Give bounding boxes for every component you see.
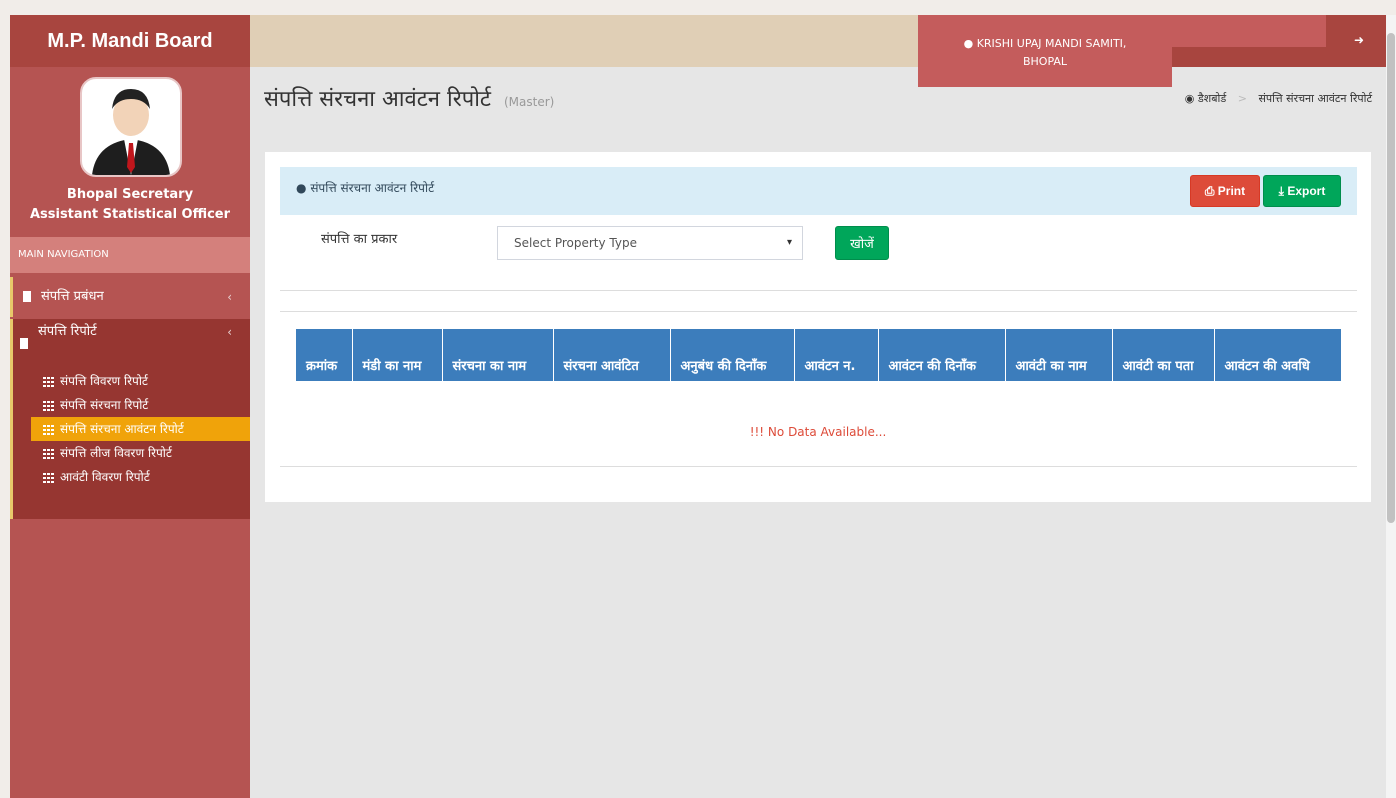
report-table: क्रमांक मंडी का नाम संरचना का नाम संरचना… [296,329,1341,381]
sidebar-subitem-structure-allotment-report[interactable]: संपत्ति संरचना आवंटन रिपोर्ट [31,417,250,441]
breadcrumb-current: संपत्ति संरचना आवंटन रिपोर्ट [1258,92,1373,105]
breadcrumb: ◉ डैशबोर्ड > संपत्ति संरचना आवंटन रिपोर्… [1185,91,1372,106]
divider [280,311,1357,312]
dashboard-icon: ◉ [1184,92,1195,105]
column-header-allottee-name[interactable]: आवंटी का नाम [1005,329,1113,381]
property-type-select-value: Select Property Type [514,236,637,250]
page-scrollbar[interactable] [1386,15,1396,798]
panel-title-text: संपत्ति संरचना आवंटन रिपोर्ट [310,181,435,195]
sidebar-subitem-label: संपत्ति संरचना आवंटन रिपोर्ट [60,422,184,436]
column-header-mandi-name[interactable]: मंडी का नाम [352,329,443,381]
sidebar-item-property-report[interactable]: संपत्ति रिपोर्ट ‹ [13,319,250,369]
chevron-down-icon: ▾ [786,237,792,248]
sidebar-group-property-report: संपत्ति रिपोर्ट ‹ संपत्ति विवरण रिपोर्ट … [10,319,250,519]
user-icon: ● [296,181,307,195]
mandi-name-badge[interactable]: ● KRISHI UPAJ MANDI SAMITI, BHOPAL [918,15,1172,87]
breadcrumb-dashboard-link[interactable]: डैशबोर्ड [1198,92,1226,105]
page-title: संपत्ति संरचना आवंटन रिपोर्ट (Master) [264,83,554,113]
breadcrumb-separator: > [1237,92,1247,105]
column-header-allotment-no[interactable]: आवंटन न. [794,329,879,381]
sidebar-subitem-lease-details-report[interactable]: संपत्ति लीज विवरण रिपोर्ट [13,441,250,465]
print-label: Print [1217,183,1246,198]
divider [280,290,1357,291]
nav-header: MAIN NAVIGATION [10,237,250,273]
user-name: Bhopal Secretary [66,187,194,202]
column-header-allotment-date[interactable]: आवंटन की दिनाँक [878,329,1006,381]
table-icon [43,424,54,435]
print-button[interactable]: ⎙ Print [1190,175,1260,207]
column-header-structure-name[interactable]: संरचना का नाम [442,329,554,381]
export-button[interactable]: ⤓ Export [1263,175,1341,207]
column-header-structure-allotted[interactable]: संरचना आवंटित [553,329,671,381]
sidebar-item-property-management[interactable]: संपत्ति प्रबंधन ‹ [10,277,250,317]
header-right-accent [1172,15,1326,47]
table-icon [43,472,54,483]
export-label: Export [1287,183,1326,198]
property-type-select[interactable]: Select Property Type ▾ [497,226,803,260]
sidebar-item-label: संपत्ति प्रबंधन [41,289,104,304]
column-header-allottee-address[interactable]: आवंटी का पता [1112,329,1215,381]
column-header-allotment-period[interactable]: आवंटन की अवधि [1214,329,1341,381]
mandi-name-line1: KRISHI UPAJ MANDI SAMITI, [976,37,1127,50]
app-logo-title[interactable]: M.P. Mandi Board [10,15,250,67]
app-window: M.P. Mandi Board ● KRISHI UPAJ MANDI SAM… [10,15,1386,798]
column-header-serial[interactable]: क्रमांक [296,329,353,381]
sidebar-item-label: संपत्ति रिपोर्ट [38,324,97,339]
panel-title: ● संपत्ति संरचना आवंटन रिपोर्ट [296,179,434,196]
sidebar-subitem-property-details-report[interactable]: संपत्ति विवरण रिपोर्ट [13,369,250,393]
panel-header: ● संपत्ति संरचना आवंटन रिपोर्ट ⎙ Print ⤓… [280,167,1357,215]
sidebar: Bhopal Secretary Assistant Statistical O… [10,67,250,798]
divider [280,466,1357,467]
user-role: Assistant Statistical Officer [29,207,231,222]
download-icon: ⤓ [1278,183,1284,198]
sidebar-subitem-label: संपत्ति विवरण रिपोर्ट [60,374,148,388]
user-info: Bhopal Secretary Assistant Statistical O… [10,185,250,225]
sidebar-subitem-label: संपत्ति लीज विवरण रिपोर्ट [60,446,172,460]
table-icon [43,376,54,387]
page-subtitle: (Master) [504,95,555,109]
avatar [80,77,182,177]
chevron-left-icon: ‹ [227,325,232,339]
logout-icon[interactable]: ➜ [1354,33,1364,47]
print-icon: ⎙ [1204,183,1215,198]
property-type-label: संपत्ति का प्रकार [321,232,398,247]
report-box: ● संपत्ति संरचना आवंटन रिपोर्ट ⎙ Print ⤓… [265,152,1371,502]
sidebar-subitem-allottee-details-report[interactable]: आवंटी विवरण रिपोर्ट [13,465,250,489]
sidebar-subitem-label: संपत्ति संरचना रिपोर्ट [60,398,149,412]
book-icon [20,338,28,349]
column-header-agreement-date[interactable]: अनुबंध की दिनाँक [670,329,795,381]
book-icon [23,291,31,302]
scrollbar-thumb[interactable] [1387,33,1395,523]
search-button[interactable]: खोजें [835,226,889,260]
table-icon [43,448,54,459]
page-top-strip [0,0,1396,15]
table-header-row: क्रमांक मंडी का नाम संरचना का नाम संरचना… [296,329,1341,381]
globe-icon: ● [963,37,974,50]
page-title-text: संपत्ति संरचना आवंटन रिपोर्ट [264,87,491,112]
sidebar-subitem-label: आवंटी विवरण रिपोर्ट [60,470,150,484]
mandi-name-line2: BHOPAL [1022,55,1068,68]
sidebar-subitem-property-structure-report[interactable]: संपत्ति संरचना रिपोर्ट [13,393,250,417]
empty-table-message: !!! No Data Available... [749,425,887,439]
table-icon [43,400,54,411]
